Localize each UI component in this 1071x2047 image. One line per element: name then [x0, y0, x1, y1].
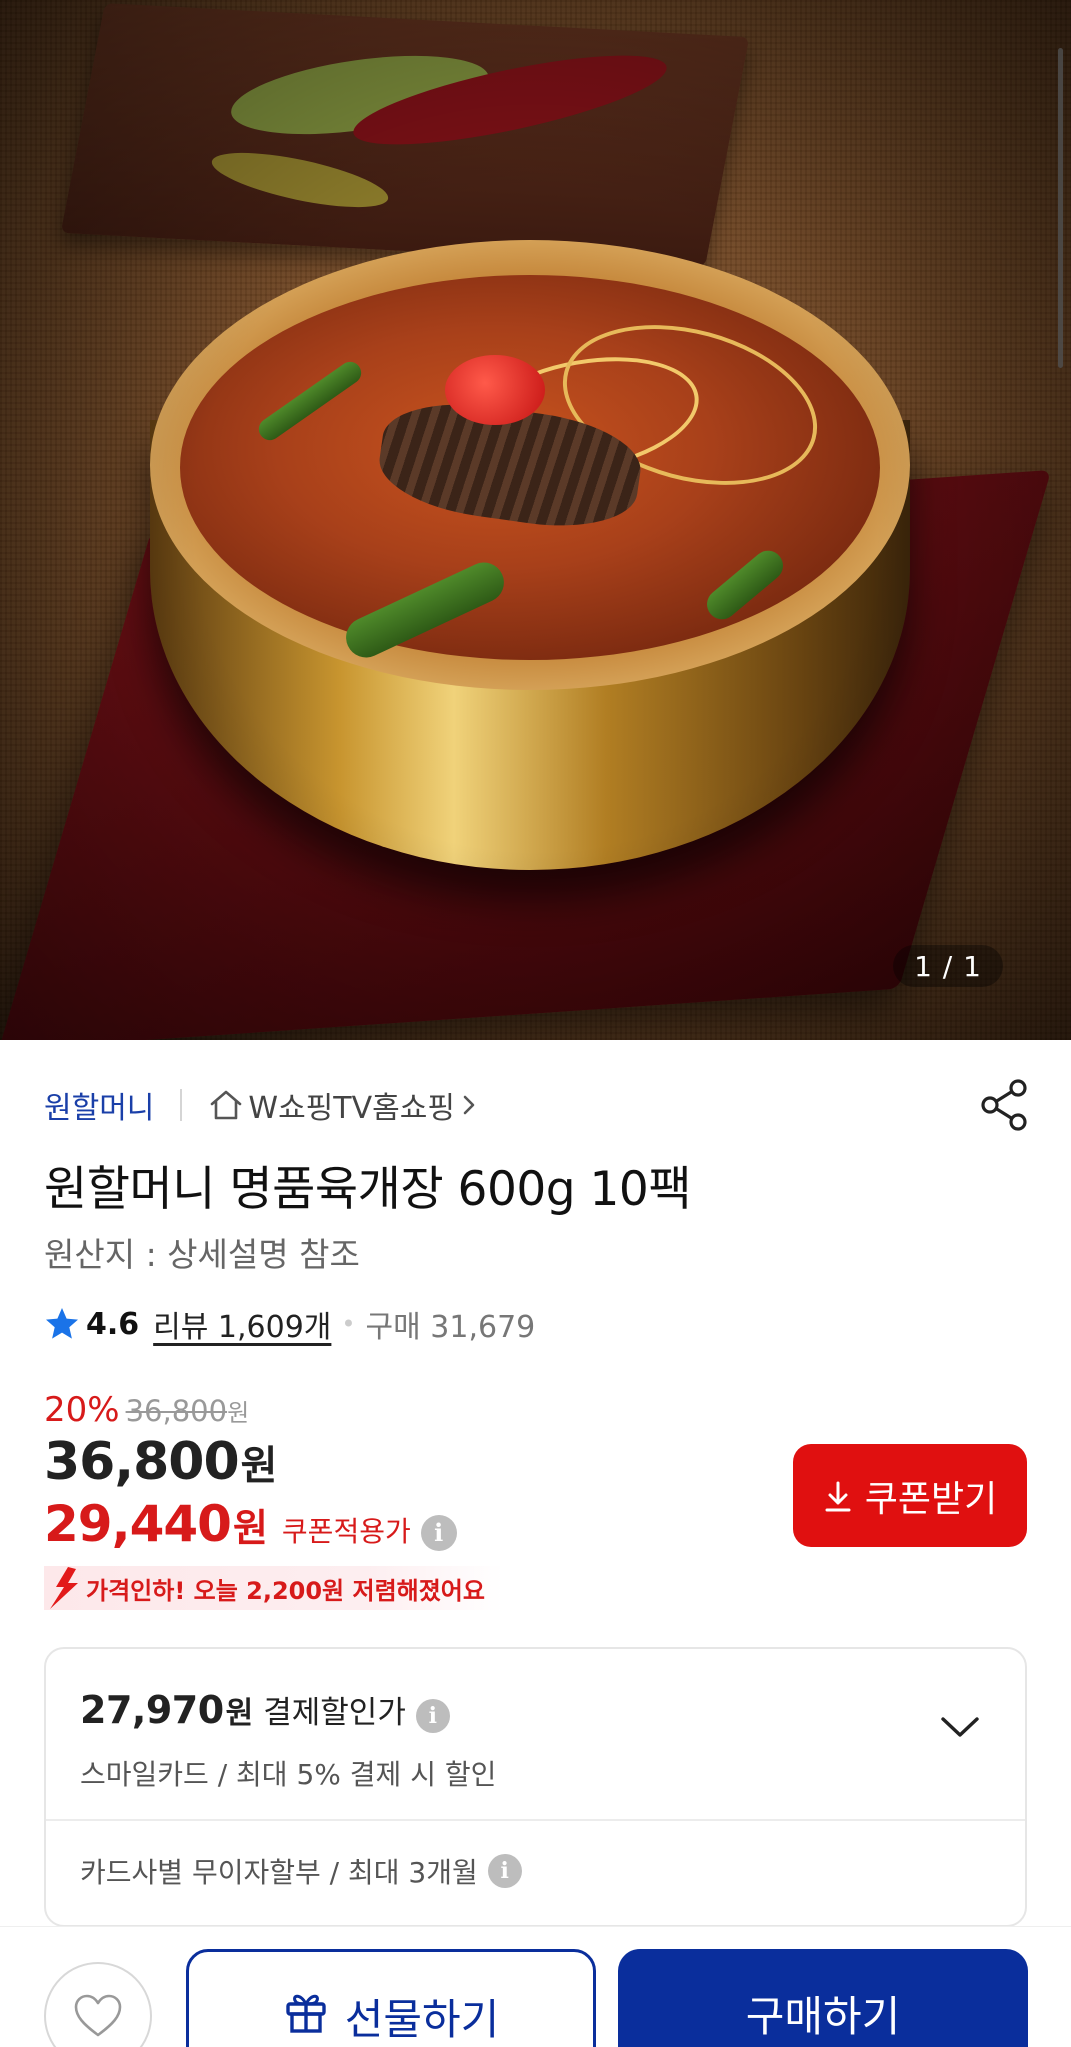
original-price: 36,800: [125, 1394, 228, 1428]
separator-dot: •: [341, 1310, 356, 1338]
payment-price-value: 27,970: [80, 1688, 224, 1732]
rating-row: 4.6 리뷰 1,609개 • 구매 31,679: [44, 1300, 535, 1348]
coupon-download-button[interactable]: 쿠폰받기: [793, 1444, 1027, 1547]
coupon-price-value: 29,440: [44, 1495, 232, 1553]
payment-price-unit: 원: [225, 1696, 254, 1731]
coupon-price-label: 쿠폰적용가: [281, 1515, 411, 1548]
price-drop-text: 가격인하! 오늘 2,200원 저렴해졌어요: [86, 1576, 485, 1605]
info-icon[interactable]: i: [415, 1699, 450, 1733]
payment-price-label: 결제할인가: [263, 1695, 406, 1731]
info-icon[interactable]: i: [420, 1515, 457, 1551]
star-icon: [46, 1308, 78, 1339]
chevron-right-icon: [463, 1095, 475, 1115]
gift-button-label: 선물하기: [344, 1995, 500, 2044]
sale-price-value: 36,800: [44, 1432, 240, 1492]
divider: [180, 1089, 183, 1121]
info-icon[interactable]: i: [487, 1854, 522, 1888]
discount-row: 20% 36,800 원: [44, 1390, 249, 1430]
sale-price-unit: 원: [240, 1443, 278, 1489]
store-row: 원할머니 W쇼핑TV홈쇼핑: [44, 1082, 479, 1128]
price-down-arrow-icon: [50, 1567, 78, 1609]
chevron-down-icon[interactable]: [939, 1713, 981, 1741]
brand-link[interactable]: 원할머니: [44, 1083, 154, 1127]
heart-icon: [74, 1994, 122, 2037]
bottom-action-bar: 선물하기 구매하기: [0, 1926, 1071, 2047]
scrollbar[interactable]: [1058, 48, 1063, 368]
share-icon[interactable]: [979, 1078, 1029, 1132]
discount-rate: 20%: [44, 1390, 120, 1430]
home-icon: [211, 1090, 242, 1120]
payment-price-line: 27,970 원 결제할인가 i: [80, 1687, 450, 1733]
gift-button[interactable]: 선물하기: [186, 1949, 596, 2047]
gift-icon: [286, 1994, 326, 2033]
buy-button-label: 구매하기: [745, 1993, 901, 2040]
product-origin: 원산지 : 상세설명 참조: [44, 1235, 360, 1274]
purchase-count: 구매 31,679: [365, 1310, 536, 1345]
product-title: 원할머니 명품육개장 600g 10팩: [44, 1162, 692, 1217]
installment-row: 카드사별 무이자할부 / 최대 3개월 i: [80, 1851, 522, 1891]
review-link[interactable]: 리뷰 1,609개: [153, 1302, 331, 1346]
store-channel-link[interactable]: W쇼핑TV홈쇼핑: [248, 1083, 455, 1127]
payment-discount-toggle[interactable]: 27,970 원 결제할인가 i 스마일카드 / 최대 5% 결제 시 할인: [46, 1649, 1025, 1821]
buy-button[interactable]: 구매하기: [618, 1949, 1028, 2047]
product-image[interactable]: 1 / 1: [0, 0, 1071, 1040]
price-drop-banner: 가격인하! 오늘 2,200원 저렴해졌어요: [44, 1566, 503, 1610]
original-price-unit: 원: [227, 1399, 250, 1427]
sale-price: 36,800 원: [44, 1432, 277, 1492]
rating-value: 4.6: [86, 1306, 140, 1342]
coupon-price: 29,440 원 쿠폰적용가 i: [44, 1495, 457, 1553]
download-icon: [825, 1481, 851, 1511]
payment-discount-box: 27,970 원 결제할인가 i 스마일카드 / 최대 5% 결제 시 할인 카…: [44, 1647, 1027, 1927]
coupon-price-unit: 원: [232, 1506, 268, 1550]
installment-text: 카드사별 무이자할부 / 최대 3개월: [80, 1856, 478, 1889]
coupon-button-label: 쿠폰받기: [864, 1477, 998, 1519]
wishlist-button[interactable]: [44, 1962, 152, 2047]
image-counter: 1 / 1: [893, 945, 1003, 987]
payment-detail: 스마일카드 / 최대 5% 결제 시 할인: [80, 1758, 497, 1791]
